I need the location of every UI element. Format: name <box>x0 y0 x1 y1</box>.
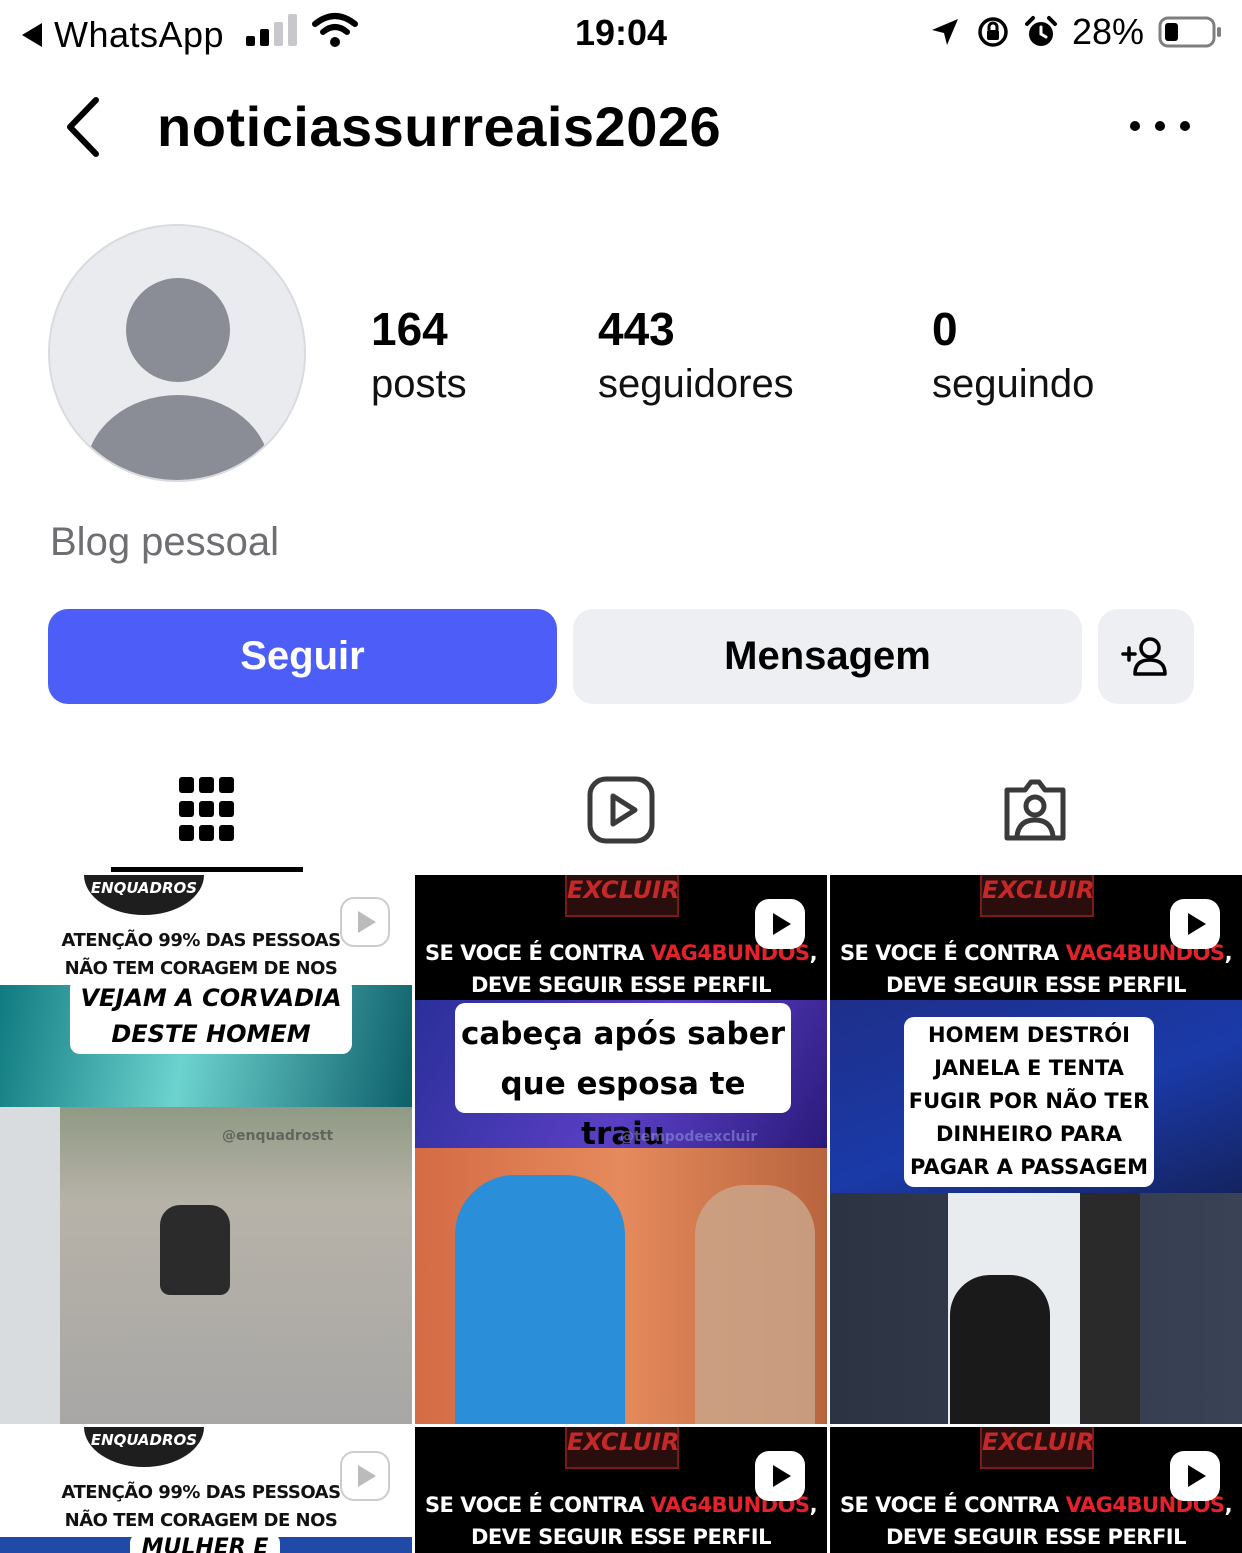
tab-tagged[interactable] <box>975 760 1095 860</box>
headline-part: SE VOCE É CONTRA <box>839 941 1066 965</box>
followers-label: seguidores <box>598 362 794 406</box>
back-chevron-icon[interactable] <box>60 94 106 160</box>
reel-badge-icon <box>1170 899 1220 949</box>
follow-button[interactable]: Seguir <box>48 609 557 704</box>
headline-part: SE VOCE É CONTRA <box>424 1493 651 1517</box>
enquadros-logo: ENQUADROS <box>84 1427 204 1467</box>
location-arrow-icon <box>931 19 958 45</box>
reel-badge-icon <box>755 899 805 949</box>
status-right-cluster: 28% <box>928 10 1222 54</box>
reels-icon <box>587 776 655 844</box>
dot <box>1180 121 1190 131</box>
avatar[interactable] <box>48 224 306 482</box>
posts-count: 164 <box>371 303 448 355</box>
posts-stat[interactable]: 164 posts <box>371 300 467 410</box>
post-caption: VEJAM A CORVADIA DESTE HOMEM <box>70 978 352 1054</box>
following-stat[interactable]: 0 seguindo <box>932 300 1094 410</box>
tab-posts-grid[interactable] <box>147 760 267 860</box>
tab-reels[interactable] <box>561 760 681 860</box>
post-caption: MULHER E <box>130 1533 280 1553</box>
headline-part: SE VOCE É CONTRA <box>424 941 651 965</box>
battery-percent: 28% <box>1071 11 1144 52</box>
active-tab-indicator <box>111 867 303 872</box>
following-count: 0 <box>932 303 958 355</box>
excluir-logo: EXCLUIR <box>980 875 1095 917</box>
post-watermark: @tempodeexcluir <box>620 1129 758 1145</box>
post-tile-3[interactable]: EXCLUIR SE VOCE É CONTRA VAG4BUNDOS, DEV… <box>830 875 1242 1424</box>
post-tile-1[interactable]: ENQUADROS ATENÇÃO 99% DAS PESSOAS NÃO TE… <box>0 875 412 1424</box>
alarm-icon <box>1024 16 1057 46</box>
orientation-lock-icon <box>978 17 1008 47</box>
posts-grid: ENQUADROS ATENÇÃO 99% DAS PESSOAS NÃO TE… <box>0 875 1242 1553</box>
suggest-users-button[interactable] <box>1098 609 1194 704</box>
post-tile-6[interactable]: EXCLUIR SE VOCE É CONTRA VAG4BUNDOS, DEV… <box>830 1427 1242 1553</box>
more-options-icon[interactable] <box>1130 106 1190 146</box>
followers-count: 443 <box>598 303 675 355</box>
battery-icon <box>1158 16 1221 48</box>
posts-label: posts <box>371 362 467 406</box>
grid-icon <box>179 777 234 841</box>
post-tile-4[interactable]: ENQUADROS ATENÇÃO 99% DAS PESSOAS NÃO TE… <box>0 1427 412 1553</box>
excluir-logo: EXCLUIR <box>565 875 680 917</box>
post-caption: HOMEM DESTRÓI JANELA E TENTA FUGIR POR N… <box>904 1017 1154 1187</box>
profile-header: noticiassurreais2026 <box>0 80 1242 176</box>
reel-badge-icon <box>340 1451 390 1501</box>
post-watermark: @enquadrostt <box>222 1128 334 1144</box>
dot <box>1155 121 1165 131</box>
default-avatar-icon <box>86 278 270 480</box>
reel-badge-icon <box>755 1451 805 1501</box>
reel-badge-icon <box>340 897 390 947</box>
post-tile-5[interactable]: EXCLUIR SE VOCE É CONTRA VAG4BUNDOS, DEV… <box>415 1427 827 1553</box>
post-caption: cabeça após saber que esposa te traiu <box>455 1003 791 1152</box>
dot <box>1130 121 1140 131</box>
followers-stat[interactable]: 443 seguidores <box>598 300 794 410</box>
profile-username: noticiassurreais2026 <box>157 95 722 158</box>
following-label: seguindo <box>932 362 1095 406</box>
profile-bio: Blog pessoal <box>50 520 280 564</box>
tagged-icon <box>1004 779 1066 841</box>
excluir-logo: EXCLUIR <box>980 1427 1095 1469</box>
post-tile-2[interactable]: EXCLUIR SE VOCE É CONTRA VAG4BUNDOS, DEV… <box>415 875 827 1424</box>
excluir-logo: EXCLUIR <box>565 1427 680 1469</box>
status-bar: WhatsApp 19:04 28% <box>0 0 1242 64</box>
reel-badge-icon <box>1170 1451 1220 1501</box>
headline-part: SE VOCE É CONTRA <box>839 1493 1066 1517</box>
message-button[interactable]: Mensagem <box>573 609 1082 704</box>
add-user-icon <box>1121 636 1167 676</box>
